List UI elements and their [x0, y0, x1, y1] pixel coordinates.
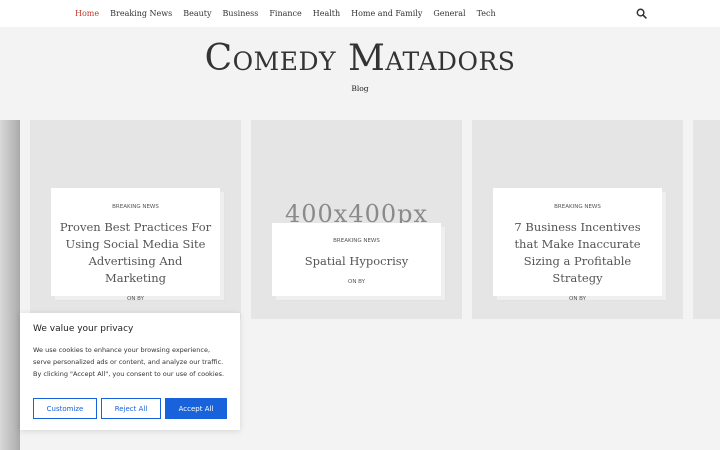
primary-menu: Home Breaking News Beauty Business Finan…: [75, 0, 507, 27]
post-meta: ON BY: [568, 296, 587, 302]
post-card[interactable]: BREAKING NEWS 7 Business Incentives that…: [472, 120, 683, 319]
post-meta: ON BY: [126, 296, 145, 302]
post-category[interactable]: BREAKING NEWS: [280, 238, 433, 244]
nav-item-health[interactable]: Health: [313, 9, 340, 18]
nav-item-tech[interactable]: Tech: [477, 9, 496, 18]
nav-item-home[interactable]: Home: [75, 9, 99, 18]
post-card-content: BREAKING NEWS 7 Business Incentives that…: [493, 188, 662, 302]
nav-item-finance[interactable]: Finance: [269, 9, 301, 18]
post-title[interactable]: Spatial Hypocrisy: [280, 253, 433, 270]
search-icon[interactable]: [636, 8, 647, 19]
nav-item-business[interactable]: Business: [223, 9, 259, 18]
post-card-content: BREAKING NEWS Proven Best Practices For …: [51, 188, 220, 302]
post-title[interactable]: 7 Business Incentives that Make Inaccura…: [501, 219, 654, 287]
post-meta: ON BY: [347, 279, 366, 285]
customize-button[interactable]: Customize: [33, 398, 97, 419]
slider-left-edge: [0, 120, 20, 450]
post-card[interactable]: 400x400px BREAKING NEWS Spatial Hypocris…: [251, 120, 462, 319]
cookie-consent-banner: We value your privacy We use cookies to …: [20, 313, 240, 430]
cookie-description: We use cookies to enhance your browsing …: [33, 346, 225, 378]
site-title[interactable]: Comedy Matadors: [0, 38, 720, 79]
post-card-content: BREAKING NEWS Spatial Hypocrisy ON BY: [272, 223, 441, 296]
site-description: Blog: [351, 84, 369, 93]
post-card-partial[interactable]: [693, 120, 720, 319]
post-card[interactable]: BREAKING NEWS Proven Best Practices For …: [30, 120, 241, 319]
nav-item-home-and-family[interactable]: Home and Family: [351, 9, 422, 18]
nav-item-beauty[interactable]: Beauty: [183, 9, 211, 18]
post-title[interactable]: Proven Best Practices For Using Social M…: [59, 219, 212, 287]
accept-all-button[interactable]: Accept All: [165, 398, 227, 419]
top-navigation-bar: Home Breaking News Beauty Business Finan…: [0, 0, 720, 27]
post-category[interactable]: BREAKING NEWS: [501, 204, 654, 210]
reject-all-button[interactable]: Reject All: [101, 398, 161, 419]
nav-item-general[interactable]: General: [433, 9, 465, 18]
nav-item-breaking-news[interactable]: Breaking News: [110, 9, 172, 18]
cookie-title: We value your privacy: [33, 324, 134, 334]
post-category[interactable]: BREAKING NEWS: [59, 204, 212, 210]
